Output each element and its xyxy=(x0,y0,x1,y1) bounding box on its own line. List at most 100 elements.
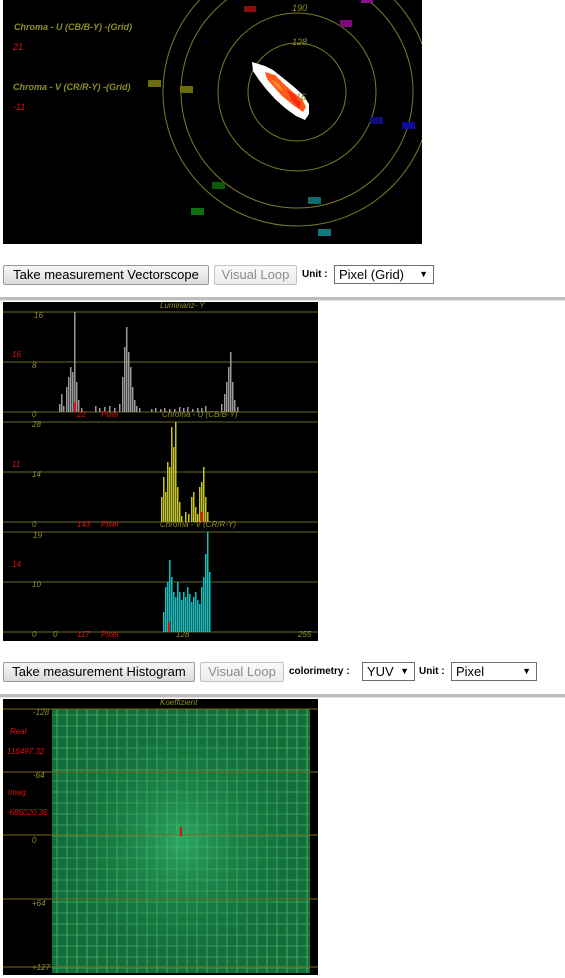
histogram-bar xyxy=(165,492,167,522)
histogram-u-ymax: 28 xyxy=(32,420,41,429)
vectorscope-target xyxy=(318,229,331,236)
coefficient-spectrum xyxy=(3,708,318,973)
chevron-down-icon: ▼ xyxy=(400,666,409,676)
vectorscope-target xyxy=(308,197,321,204)
vectorscope-ring-label-190: 190 xyxy=(292,3,308,13)
histogram-luma-value: 16 xyxy=(12,350,21,359)
histogram-v-value: 14 xyxy=(12,560,21,569)
histogram-luma-unit: Pixel xyxy=(101,410,119,419)
coefficient-ytick-5: +127 xyxy=(32,963,51,972)
histogram-bar xyxy=(70,367,72,412)
histogram-u-unit: Pixel xyxy=(101,520,119,529)
histogram-bar xyxy=(61,394,63,412)
histogram-bar xyxy=(95,406,97,412)
histogram-bar xyxy=(173,447,175,522)
histogram-bar xyxy=(68,377,70,412)
histogram-bar xyxy=(205,497,207,522)
histogram-visual-loop-button[interactable]: Visual Loop xyxy=(200,662,284,682)
histogram-unit-select[interactable]: Pixel ▼ xyxy=(451,662,537,681)
vectorscope-target xyxy=(244,6,256,12)
histogram-bar xyxy=(191,497,193,522)
histogram-v-unit: Pixel xyxy=(101,630,119,639)
histogram-bar xyxy=(191,602,193,632)
coefficient-ytick-2: -64 xyxy=(33,771,45,780)
histogram-u-ymid: 14 xyxy=(32,470,41,479)
histogram-bar xyxy=(197,600,199,632)
histogram-unit-value: Pixel xyxy=(456,664,485,679)
vectorscope-ring-label-128: 128 xyxy=(292,37,308,47)
vectorscope-unit-select[interactable]: Pixel (Grid) ▼ xyxy=(334,265,434,284)
histogram-bar xyxy=(122,377,124,412)
histogram-u-cursor-value: 143 xyxy=(77,520,91,529)
take-measurement-vectorscope-button[interactable]: Take measurement Vectorscope xyxy=(3,265,209,285)
histogram-bar xyxy=(177,582,179,632)
histogram-bar xyxy=(63,406,65,412)
histogram-bar xyxy=(124,347,126,412)
histogram-v-ymid: 10 xyxy=(32,580,41,589)
chevron-down-icon: ▼ xyxy=(522,666,531,676)
vectorscope-target xyxy=(212,182,225,189)
histogram-bar xyxy=(134,400,136,412)
vectorscope-target xyxy=(191,208,204,215)
histogram-bar xyxy=(226,382,228,412)
histogram-bar xyxy=(136,406,138,412)
imag-value: -686020.36 xyxy=(7,808,48,817)
histogram-luma-cursor-value: 22 xyxy=(77,410,86,419)
histogram-bar xyxy=(199,487,201,522)
histogram-bar xyxy=(130,367,132,412)
vectorscope-trace xyxy=(252,62,309,120)
vectorscope-target xyxy=(370,117,383,124)
histogram-bar xyxy=(167,462,169,522)
vectorscope-unit-value: Pixel (Grid) xyxy=(339,267,405,282)
histogram-bar xyxy=(207,532,209,632)
vectorscope-label-u: Chroma - U (CB/B-Y) -(Grid) xyxy=(14,22,132,32)
histogram-bar xyxy=(199,604,201,632)
histogram-v-cursor-value: 117 xyxy=(77,630,90,639)
histogram-bar xyxy=(183,592,185,632)
histogram-bar xyxy=(139,408,141,412)
vectorscope-ring-label-16: 16 xyxy=(296,92,307,102)
histogram-bar xyxy=(126,327,128,412)
histogram-bar xyxy=(195,592,197,632)
coefficient-ytick-3: 0 xyxy=(32,836,37,845)
histogram-bar xyxy=(179,592,181,632)
vectorscope-unit-label: Unit : xyxy=(302,269,328,280)
take-measurement-histogram-button[interactable]: Take measurement Histogram xyxy=(3,662,195,682)
histogram-bar xyxy=(66,387,68,412)
histogram-plot xyxy=(3,311,318,633)
histogram-u-value: 11 xyxy=(12,460,21,469)
histogram-bar xyxy=(203,467,205,522)
histogram-bar xyxy=(205,554,207,632)
histogram-bar xyxy=(193,597,195,632)
histogram-bar xyxy=(165,587,167,632)
histogram-bar xyxy=(185,597,187,632)
histogram-bar xyxy=(230,352,232,412)
histogram-bar xyxy=(171,427,173,522)
histogram-luma-zero: 0 xyxy=(32,410,37,419)
histogram-v-xmid: 128 xyxy=(176,630,190,639)
histogram-luma-title: Luminanz- Y xyxy=(160,301,205,310)
histogram-bar xyxy=(169,560,171,632)
histogram-bar xyxy=(72,372,74,412)
vectorscope-value-v: -11 xyxy=(13,102,26,112)
coefficient-ytick-4: +64 xyxy=(32,899,46,908)
histogram-bar xyxy=(171,577,173,632)
real-value: 116497.32 xyxy=(7,747,45,756)
section-divider xyxy=(0,694,565,698)
histogram-bar xyxy=(187,587,189,632)
histogram-bar xyxy=(163,477,165,522)
colorimetry-select[interactable]: YUV ▼ xyxy=(362,662,415,681)
histogram-bar xyxy=(59,404,61,412)
coefficient-panel: Koeffizient -128 Real 116497.32 -64 Imag… xyxy=(3,698,318,975)
histogram-luma-ymax: 16 xyxy=(34,311,43,320)
vectorscope-visual-loop-button[interactable]: Visual Loop xyxy=(214,265,297,285)
histogram-bar xyxy=(161,497,163,522)
histogram-bar xyxy=(76,382,78,412)
vectorscope-target xyxy=(361,0,373,3)
chevron-down-icon: ▼ xyxy=(419,269,428,279)
vectorscope-target xyxy=(180,86,193,93)
real-label: Real xyxy=(10,727,27,736)
histogram-bar xyxy=(128,352,130,412)
vectorscope-value-u: 21 xyxy=(13,42,24,52)
coefficient-title: Koeffizient xyxy=(160,698,198,707)
